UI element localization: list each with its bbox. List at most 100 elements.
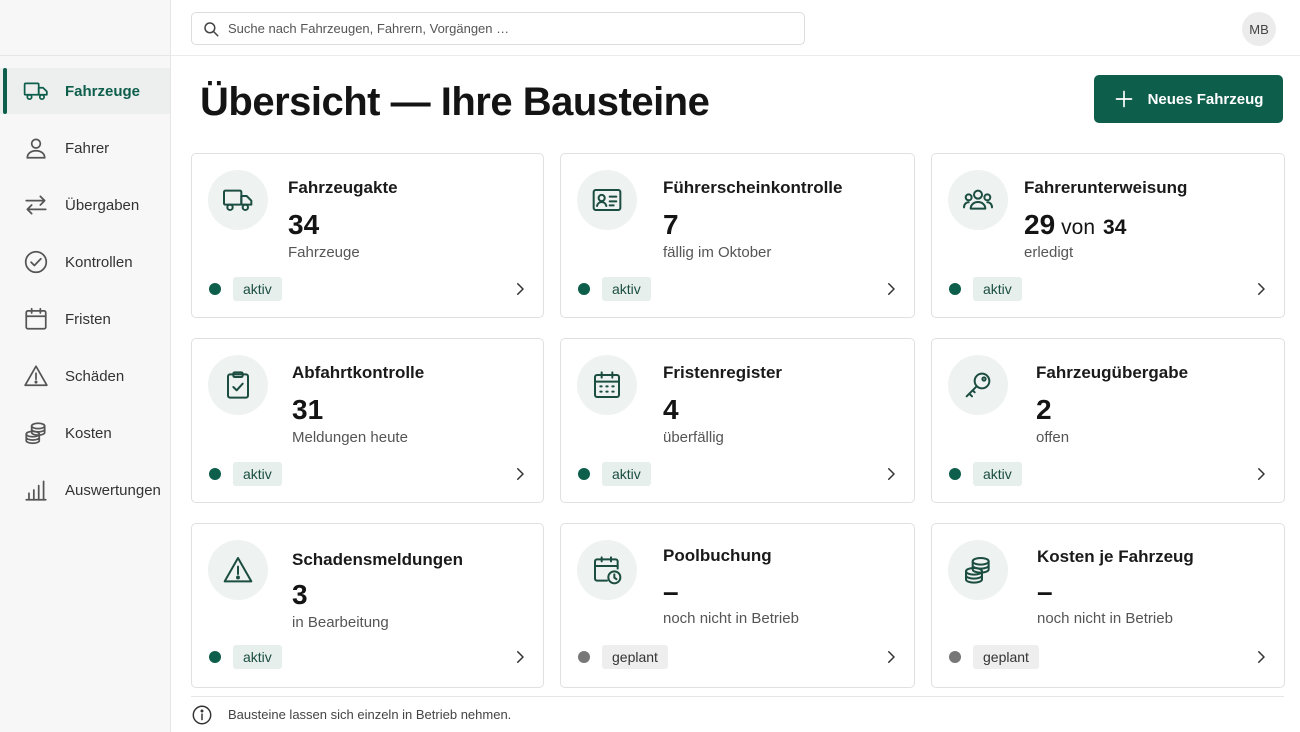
sidebar-item-schaeden[interactable]: Schäden [0, 353, 170, 399]
calendar-icon [577, 355, 637, 415]
sidebar-item-label: Kontrollen [65, 253, 133, 271]
card-abfahrtkontrolle[interactable]: Abfahrtkontrolle 31 Meldungen heute akti… [191, 338, 544, 503]
sidebar-item-label: Kosten [65, 424, 112, 442]
chevron-right-icon[interactable] [882, 280, 900, 298]
footer-text: Bausteine lassen sich einzeln in Betrieb… [228, 707, 512, 722]
sidebar-item-label: Übergaben [65, 196, 140, 214]
page-title: Übersicht — Ihre Bausteine [200, 80, 710, 124]
chevron-right-icon[interactable] [1252, 465, 1270, 483]
card-fahrerunterweisung[interactable]: Fahrerunterweisung 29 von 34 erledigt ak… [931, 153, 1285, 318]
card-fahrzeugakte[interactable]: Fahrzeugakte 34 Fahrzeuge aktiv [191, 153, 544, 318]
search-box[interactable] [191, 12, 805, 45]
sidebar-item-label: Fahrer [65, 139, 110, 157]
card-value-number: 2 [1036, 394, 1052, 425]
sidebar-item-fahrer[interactable]: Fahrer [0, 125, 170, 171]
card-title: Kosten je Fahrzeug [1037, 547, 1194, 566]
sidebar-header [0, 0, 170, 56]
card-fahrzeuguebergabe[interactable]: Fahrzeugübergabe 2 offen aktiv [931, 338, 1285, 503]
status-dot [209, 651, 221, 663]
card-value-total: 34 [1103, 216, 1127, 239]
card-fristenregister[interactable]: Fristenregister 4 überfällig aktiv [560, 338, 915, 503]
status-badge: aktiv [233, 645, 282, 669]
calendar-icon [22, 305, 50, 333]
status-dot [209, 283, 221, 295]
sidebar-item-label: Schäden [65, 367, 125, 385]
card-description: Meldungen heute [292, 429, 408, 446]
truck-icon [208, 170, 268, 230]
card-description: fällig im Oktober [663, 244, 772, 261]
status-badge: geplant [602, 645, 668, 669]
card-value-of: von [1061, 216, 1096, 239]
chevron-right-icon[interactable] [1252, 280, 1270, 298]
sidebar-item-auswertungen[interactable]: Auswertungen [0, 467, 170, 513]
status-dot [949, 283, 961, 295]
sidebar-item-kosten[interactable]: Kosten [0, 410, 170, 456]
card-description: überfällig [663, 429, 724, 446]
card-value-number: 3 [292, 579, 308, 610]
coins-icon [948, 540, 1008, 600]
key-icon [948, 355, 1008, 415]
chevron-right-icon[interactable] [511, 280, 529, 298]
card-kosten-je-fahrzeug[interactable]: Kosten je Fahrzeug – noch nicht in Betri… [931, 523, 1285, 688]
card-description: offen [1036, 429, 1070, 446]
status-dot [578, 283, 590, 295]
group-icon [948, 170, 1008, 230]
card-value-number: – [663, 576, 679, 607]
card-value-number: 34 [288, 209, 320, 240]
status-dot [578, 651, 590, 663]
swap-arrows-icon [22, 191, 50, 219]
sidebar-item-uebergaben[interactable]: Übergaben [0, 182, 170, 228]
card-description: noch nicht in Betrieb [1037, 610, 1173, 627]
card-title: Fahrzeugakte [288, 178, 398, 197]
card-value: 3 [292, 579, 308, 611]
card-title: Schadensmeldungen [292, 550, 463, 569]
status-badge: geplant [973, 645, 1039, 669]
coins-icon [22, 419, 50, 447]
card-value-number: 4 [663, 394, 679, 425]
status-dot [578, 468, 590, 480]
info-icon [191, 704, 213, 726]
new-vehicle-button-label: Neues Fahrzeug [1147, 90, 1264, 108]
status-badge: aktiv [602, 277, 651, 301]
card-schadensmeldungen[interactable]: Schadensmeldungen 3 in Bearbeitung aktiv [191, 523, 544, 688]
clipboard-check-icon [208, 355, 268, 415]
sidebar-nav: Fahrzeuge Fahrer Übergaben Kontrollen Fr… [0, 56, 170, 513]
chevron-right-icon[interactable] [882, 465, 900, 483]
truck-icon [22, 77, 50, 105]
warning-icon [208, 540, 268, 600]
calendar-clock-icon [577, 540, 637, 600]
card-description: in Bearbeitung [292, 614, 389, 631]
id-card-icon [577, 170, 637, 230]
card-fuehrerscheinkontrolle[interactable]: Führerscheinkontrolle 7 fällig im Oktobe… [560, 153, 915, 318]
status-badge: aktiv [602, 462, 651, 486]
card-value-number: 29 [1024, 209, 1056, 240]
card-value: – [663, 576, 679, 608]
chevron-right-icon[interactable] [511, 648, 529, 666]
card-value-number: 31 [292, 394, 324, 425]
footer-hint: Bausteine lassen sich einzeln in Betrieb… [191, 696, 1284, 732]
chevron-right-icon[interactable] [511, 465, 529, 483]
card-value: 4 [663, 394, 679, 426]
card-title: Fahrerunterweisung [1024, 178, 1188, 197]
sidebar-item-fahrzeuge[interactable]: Fahrzeuge [0, 68, 170, 114]
new-vehicle-button[interactable]: Neues Fahrzeug [1094, 75, 1283, 123]
user-icon [22, 134, 50, 162]
card-value-number: – [1037, 576, 1053, 607]
search-input[interactable] [228, 21, 788, 36]
bar-chart-icon [22, 476, 50, 504]
sidebar-item-label: Fristen [65, 310, 111, 328]
sidebar-item-kontrollen[interactable]: Kontrollen [0, 239, 170, 285]
sidebar-item-fristen[interactable]: Fristen [0, 296, 170, 342]
chevron-right-icon[interactable] [882, 648, 900, 666]
status-badge: aktiv [233, 277, 282, 301]
sidebar-item-label: Auswertungen [65, 481, 161, 499]
status-badge: aktiv [973, 277, 1022, 301]
card-title: Führerscheinkontrolle [663, 178, 843, 197]
card-poolbuchung[interactable]: Poolbuchung – noch nicht in Betrieb gepl… [560, 523, 915, 688]
top-bar: MB [171, 0, 1300, 56]
status-badge: aktiv [233, 462, 282, 486]
card-title: Fristenregister [663, 363, 783, 382]
avatar[interactable]: MB [1242, 12, 1276, 46]
warning-icon [22, 362, 50, 390]
chevron-right-icon[interactable] [1252, 648, 1270, 666]
